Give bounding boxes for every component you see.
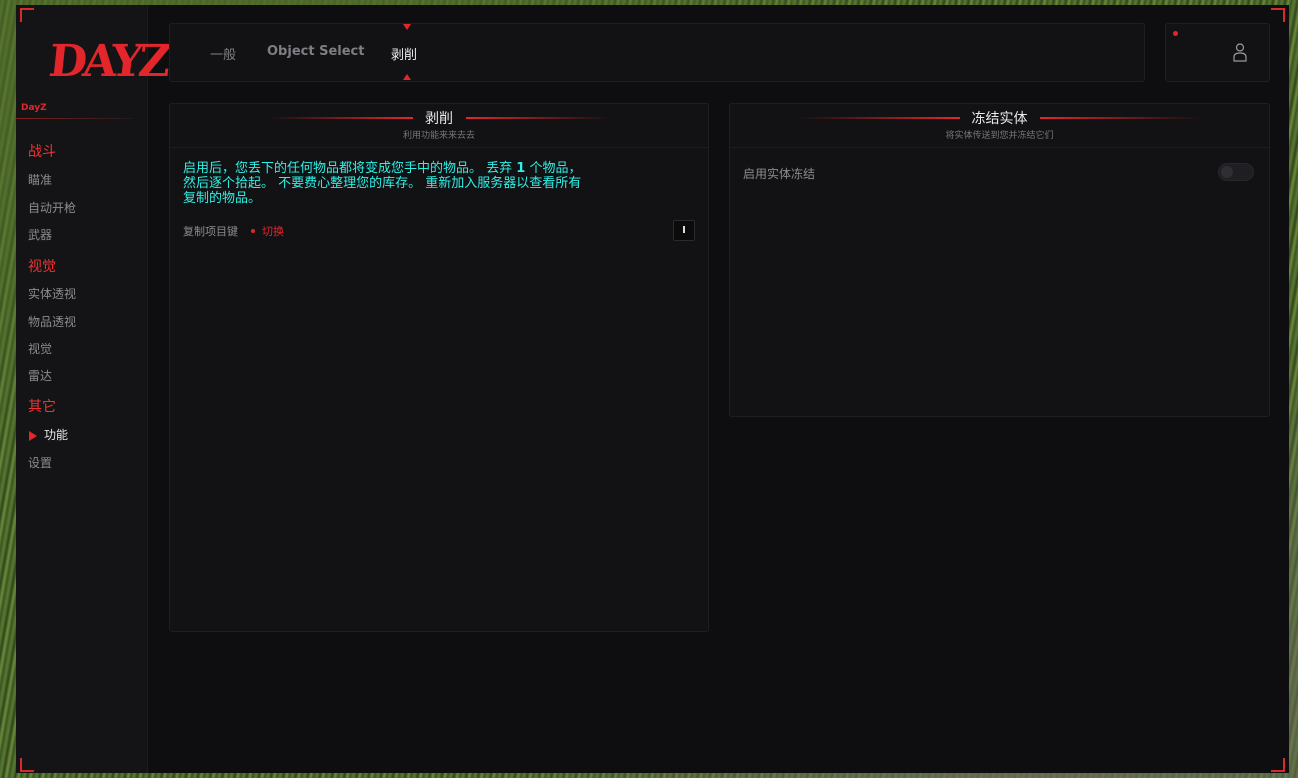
sidebar-item-aim[interactable]: 瞄准 bbox=[28, 171, 52, 188]
freeze-option-label: 启用实体冻结 bbox=[743, 167, 816, 181]
tab-bar: 一般 Object Select 剥削 bbox=[169, 23, 1145, 82]
freeze-entity-panel: 冻结实体 将实体传送到您并冻结它们 启用实体冻结 bbox=[729, 103, 1270, 417]
toggle-knob bbox=[1221, 166, 1233, 178]
freeze-panel-header: 冻结实体 将实体传送到您并冻结它们 bbox=[730, 104, 1269, 148]
sidebar-item-autofire[interactable]: 自动开枪 bbox=[28, 199, 76, 216]
sidebar-item-entity-esp[interactable]: 实体透视 bbox=[28, 285, 76, 302]
hotkey-key-button[interactable]: I bbox=[673, 220, 695, 241]
description-count: 1 bbox=[516, 161, 526, 176]
active-tab-marker-bottom bbox=[403, 74, 411, 80]
exploit-panel-title: 剥削 bbox=[425, 111, 453, 127]
sidebar-item-features[interactable]: 功能 bbox=[44, 426, 68, 443]
sidebar-item-radar[interactable]: 雷达 bbox=[28, 367, 52, 384]
description-text-1: 启用后，您丢下的任何物品都将变成您手中的物品。 丢弃 bbox=[183, 161, 517, 176]
sidebar-item-visuals[interactable]: 视觉 bbox=[28, 340, 52, 357]
tab-general[interactable]: 一般 bbox=[210, 44, 236, 63]
freeze-toggle[interactable] bbox=[1218, 163, 1254, 181]
exploit-description: 启用后，您丢下的任何物品都将变成您手中的物品。 丢弃 1 个物品，然后逐个拾起。… bbox=[183, 161, 583, 206]
cheat-menu-window: DAYZ DayZ 战斗 瞄准 自动开枪 武器 视觉 实体透视 物品透视 视觉 … bbox=[16, 5, 1289, 773]
user-box[interactable] bbox=[1165, 23, 1270, 82]
sidebar-item-item-esp[interactable]: 物品透视 bbox=[28, 313, 76, 330]
sidebar: DAYZ DayZ 战斗 瞄准 自动开枪 武器 视觉 实体透视 物品透视 视觉 … bbox=[16, 5, 170, 773]
exploit-panel-header: 剥削 利用功能来来去去 bbox=[170, 104, 708, 148]
dupe-hotkey-label: 复制项目键 bbox=[183, 225, 238, 238]
sidebar-item-weapons[interactable]: 武器 bbox=[28, 226, 52, 243]
frame-corner-br bbox=[1271, 758, 1285, 772]
nav-category-combat: 战斗 bbox=[28, 144, 56, 160]
sidebar-item-settings[interactable]: 设置 bbox=[28, 454, 52, 471]
tab-exploit[interactable]: 剥削 bbox=[391, 44, 417, 63]
status-dot bbox=[1173, 31, 1178, 36]
logo-subtitle: DayZ bbox=[21, 103, 47, 113]
freeze-panel-subtitle: 将实体传送到您并冻结它们 bbox=[945, 131, 1054, 141]
nav-category-other: 其它 bbox=[28, 399, 56, 415]
tab-object-select[interactable]: Object Select bbox=[267, 44, 364, 59]
bullet-icon bbox=[251, 229, 255, 233]
dayz-logo: DAYZ bbox=[46, 36, 170, 87]
active-arrow-icon bbox=[29, 431, 37, 441]
user-icon[interactable] bbox=[1232, 42, 1248, 62]
active-tab-marker-top bbox=[403, 24, 411, 30]
exploit-panel: 剥削 利用功能来来去去 启用后，您丢下的任何物品都将变成您手中的物品。 丢弃 1… bbox=[169, 103, 709, 632]
freeze-panel-title: 冻结实体 bbox=[971, 111, 1028, 127]
logo-divider bbox=[16, 118, 132, 119]
frame-corner-tl bbox=[20, 8, 34, 22]
frame-corner-tr bbox=[1271, 8, 1285, 22]
exploit-panel-subtitle: 利用功能来来去去 bbox=[402, 131, 475, 141]
nav-category-visual: 视觉 bbox=[28, 259, 56, 275]
hotkey-mode-toggle[interactable]: 切换 bbox=[262, 223, 284, 239]
frame-corner-bl bbox=[20, 758, 34, 772]
